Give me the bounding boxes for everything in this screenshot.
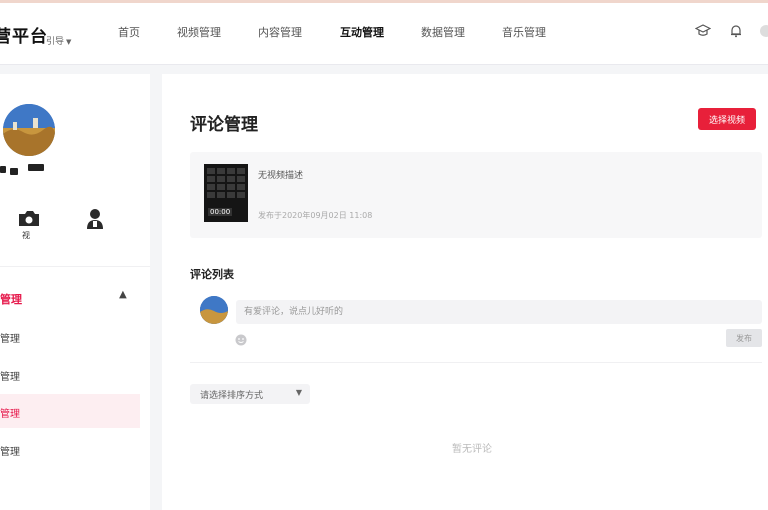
quick-action-label: 视 [22,231,30,240]
video-publish-time: 发布于2020年09月02日 11:08 [258,211,373,220]
chevron-up-icon[interactable]: ▼ [119,289,127,300]
selected-video-card: 00:00 无视频描述 发布于2020年09月02日 11:08 [190,152,762,238]
graduation-cap-icon[interactable] [694,22,712,40]
sidebar-item[interactable]: 管理 [0,368,20,383]
comment-input[interactable] [236,300,762,324]
brand-switcher[interactable]: 引导 ▼ [46,34,71,47]
sidebar-divider [0,266,150,267]
nav-music-management[interactable]: 音乐管理 [502,24,546,40]
top-accent-strip [0,0,768,3]
empty-comments-text: 暂无评论 [452,444,492,455]
sidebar-item[interactable]: 管理 [0,330,20,345]
brand-name[interactable]: 营平台 [0,22,48,47]
emoji-icon[interactable] [234,332,248,346]
comment-list-title: 评论列表 [190,268,234,281]
top-bar: 营平台 引导 ▼ 首页 视频管理 内容管理 互动管理 数据管理 音乐管理 [0,0,768,65]
bell-icon[interactable] [727,22,745,40]
video-title: 无视频描述 [258,171,304,181]
page-title: 评论管理 [190,115,258,135]
sort-order-label: 请选择排序方式 [200,391,264,401]
sort-order-select[interactable]: 请选择排序方式 ▼ [190,384,310,404]
sidebar-group-management[interactable]: 管理 [0,291,22,307]
sidebar-item-active[interactable]: 管理 [0,405,20,420]
sidebar: 视 管理 ▼ 管理 管理 管理 管理 [0,74,150,510]
video-thumbnail[interactable]: 00:00 [204,164,248,222]
brand-switcher-label: 引导 [46,37,65,47]
nickname-masked [28,164,44,171]
comment-list-divider [190,362,762,363]
sidebar-item[interactable]: 管理 [0,443,20,458]
select-video-button[interactable]: 选择视频 [698,108,756,130]
nickname-masked [0,166,6,173]
nav-content-management[interactable]: 内容管理 [258,24,302,40]
chevron-down-icon: ▼ [295,388,302,397]
sidebar-item-active-highlight [0,394,140,428]
chevron-down-icon: ▼ [66,38,72,46]
nickname-masked [10,168,18,175]
publish-comment-button[interactable]: 发布 [726,329,762,347]
nav-interaction-management[interactable]: 互动管理 [340,24,384,40]
nav-data-management[interactable]: 数据管理 [421,24,465,40]
nav-home[interactable]: 首页 [118,24,140,40]
person-icon[interactable] [80,204,110,234]
commenter-avatar [200,296,228,324]
user-avatar-icon[interactable] [759,22,768,40]
creator-avatar[interactable] [3,104,55,156]
main-panel: 评论管理 选择视频 00:00 无视频描述 发布于2020年09月02日 11:… [162,74,768,510]
video-duration-tag: 00:00 [208,208,233,216]
nav-video-management[interactable]: 视频管理 [177,24,221,40]
